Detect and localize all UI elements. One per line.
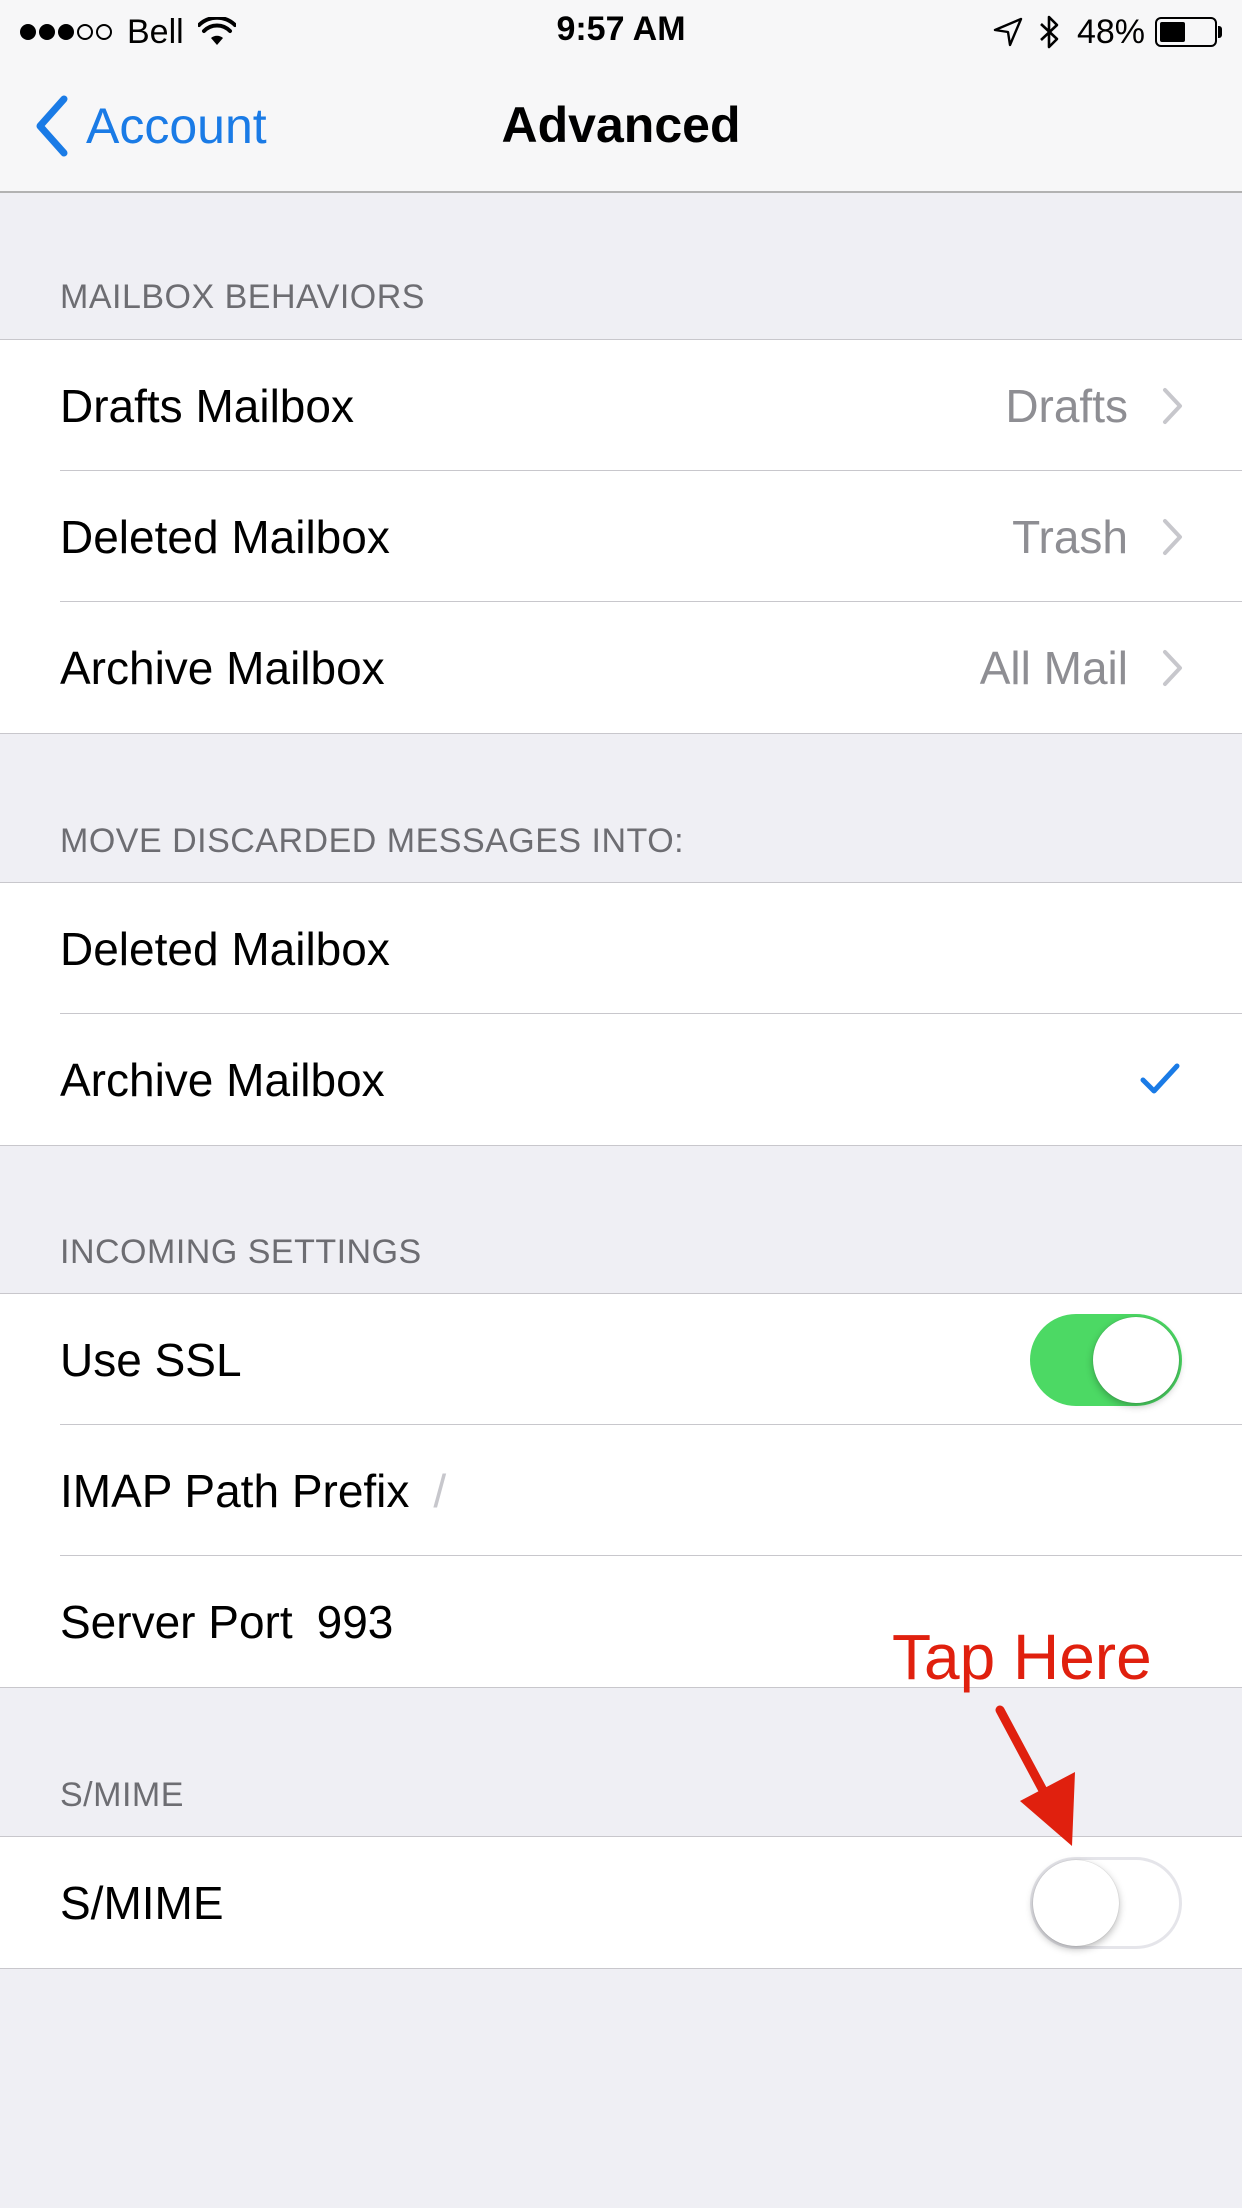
row-value: Trash (1012, 510, 1128, 563)
row-label: Archive Mailbox (60, 1053, 385, 1106)
red-arrow-icon (995, 1705, 1075, 1846)
row-label: S/MIME (60, 1876, 224, 1929)
use-ssl-row: Use SSL (0, 1294, 1242, 1425)
battery-tip (1218, 26, 1222, 38)
status-bar-right: 48% (977, 12, 1222, 52)
location-arrow-icon (993, 17, 1023, 47)
checkmark-icon (1140, 1063, 1180, 1093)
mailbox-behaviors-group: Drafts Mailbox Drafts Deleted Mailbox Tr… (0, 339, 1242, 734)
imap-path-prefix-label: IMAP Path Prefix (60, 1464, 410, 1517)
smime-row: S/MIME (0, 1837, 1242, 1968)
deleted-mailbox-row[interactable]: Deleted Mailbox Trash (0, 471, 1242, 602)
section-header-move-discarded: MOVE DISCARDED MESSAGES INTO: (60, 822, 685, 860)
server-port-label: Server Port (60, 1595, 293, 1648)
row-label: Deleted Mailbox (60, 922, 390, 975)
server-port-input[interactable]: 993 (317, 1596, 394, 1648)
section-header-smime: S/MIME (60, 1776, 184, 1814)
imap-path-prefix-row[interactable]: IMAP Path Prefix / (0, 1425, 1242, 1556)
section-header-mailbox-behaviors: MAILBOX BEHAVIORS (60, 278, 425, 316)
tap-here-annotation: Tap Here (892, 1621, 1152, 1693)
row-value: Drafts (1005, 379, 1128, 432)
row-label: Server Port 993 (60, 1595, 393, 1649)
row-label: Deleted Mailbox (60, 510, 390, 563)
row-label: Drafts Mailbox (60, 379, 354, 432)
row-label: Archive Mailbox (60, 641, 385, 694)
chevron-right-icon (1163, 649, 1182, 686)
smime-group: S/MIME (0, 1836, 1242, 1969)
use-ssl-toggle[interactable] (1030, 1313, 1182, 1406)
battery-level (1160, 22, 1185, 42)
toggle-knob (1033, 1859, 1119, 1946)
chevron-right-icon (1163, 387, 1182, 424)
row-label: Use SSL (60, 1333, 242, 1386)
archive-mailbox-row[interactable]: Archive Mailbox All Mail (0, 602, 1242, 733)
row-value: All Mail (979, 641, 1128, 694)
row-label: IMAP Path Prefix / (60, 1464, 446, 1518)
navigation-bar: Account Advanced (0, 60, 1242, 193)
discard-to-deleted-row[interactable]: Deleted Mailbox (0, 883, 1242, 1014)
move-discarded-group: Deleted Mailbox Archive Mailbox (0, 882, 1242, 1146)
discard-to-archive-row[interactable]: Archive Mailbox (0, 1014, 1242, 1145)
section-header-incoming: INCOMING SETTINGS (60, 1233, 422, 1271)
battery-percent: 48% (1076, 12, 1145, 51)
imap-path-prefix-input[interactable]: / (433, 1465, 446, 1517)
toggle-knob (1093, 1316, 1179, 1403)
status-bar: Bell 9:57 AM 48% (0, 0, 1242, 60)
chevron-right-icon (1163, 518, 1182, 555)
drafts-mailbox-row[interactable]: Drafts Mailbox Drafts (0, 340, 1242, 471)
battery-icon (1155, 17, 1217, 47)
page-title: Advanced (501, 97, 741, 153)
bluetooth-icon (1040, 15, 1059, 49)
smime-toggle[interactable] (1030, 1856, 1182, 1949)
